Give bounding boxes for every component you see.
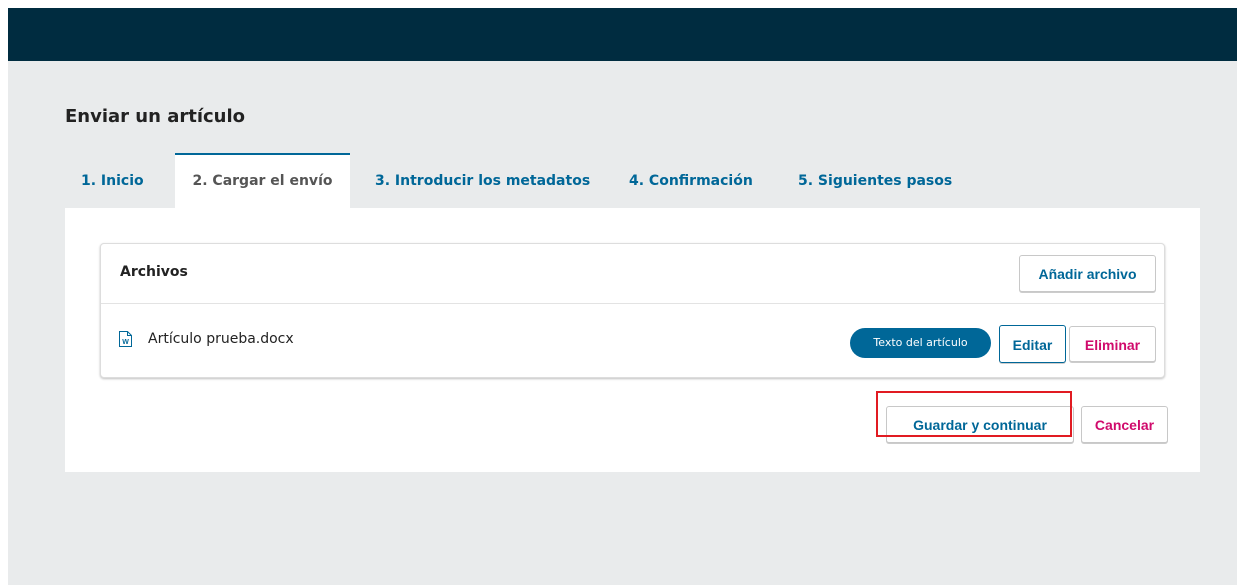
page-title: Enviar un artículo: [65, 106, 246, 127]
page-background: Enviar un artículo 1. Inicio 2. Cargar e…: [8, 8, 1237, 585]
tab-cargar-envio[interactable]: 2. Cargar el envío: [175, 153, 350, 208]
submission-steps-tabs: 1. Inicio 2. Cargar el envío 3. Introduc…: [65, 153, 965, 208]
tab-metadatos[interactable]: 3. Introducir los metadatos: [375, 153, 590, 208]
cancel-button[interactable]: Cancelar: [1081, 406, 1168, 443]
file-type-badge: Texto del artículo: [850, 328, 991, 358]
svg-text:W: W: [122, 339, 129, 346]
edit-file-button[interactable]: Editar: [999, 325, 1066, 363]
top-header-bar: [8, 8, 1237, 61]
tab-siguientes-pasos[interactable]: 5. Siguientes pasos: [798, 153, 952, 208]
files-grid-title: Archivos: [120, 264, 188, 280]
add-file-button[interactable]: Añadir archivo: [1019, 255, 1156, 292]
files-grid: Archivos Añadir archivo W Artículo prueb…: [100, 243, 1165, 378]
word-document-icon: W: [119, 331, 132, 347]
files-grid-header: Archivos Añadir archivo: [101, 244, 1164, 304]
save-and-continue-button[interactable]: Guardar y continuar: [886, 406, 1074, 443]
tab-content-panel: Archivos Añadir archivo W Artículo prueb…: [65, 208, 1200, 472]
tab-confirmacion[interactable]: 4. Confirmación: [629, 153, 753, 208]
tab-inicio[interactable]: 1. Inicio: [81, 153, 144, 208]
file-row: W Artículo prueba.docx Texto del artícul…: [101, 304, 1164, 378]
delete-file-button[interactable]: Eliminar: [1069, 326, 1156, 362]
file-name[interactable]: Artículo prueba.docx: [148, 331, 294, 347]
